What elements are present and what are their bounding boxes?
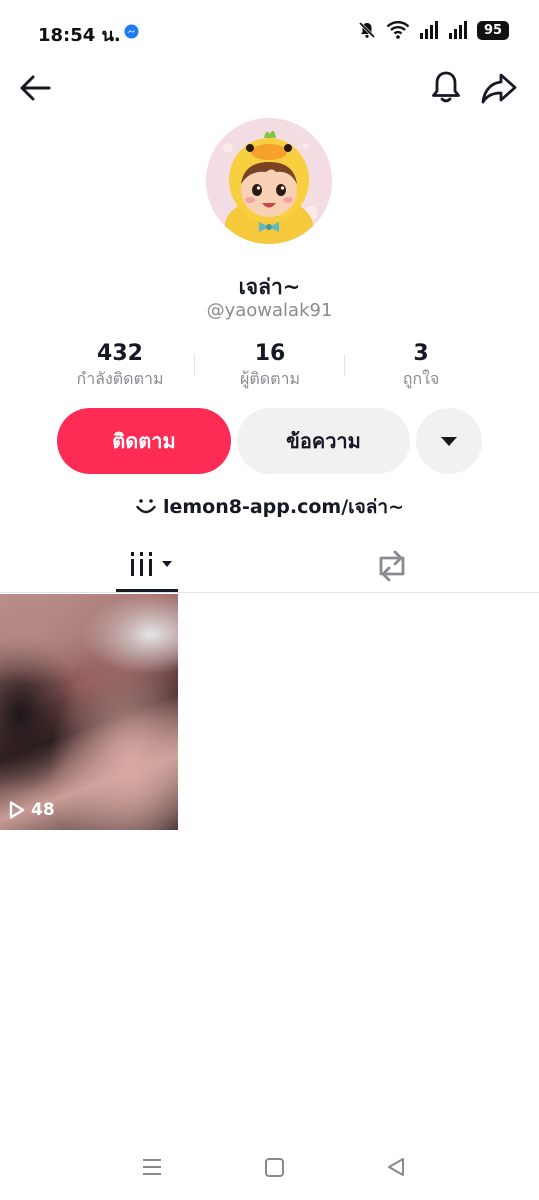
stat-likes[interactable]: 3 ถูกใจ — [346, 340, 496, 390]
stat-following[interactable]: 432 กำลังติดตาม — [45, 340, 195, 390]
video-grid-icon — [131, 552, 172, 576]
caret-down-icon — [441, 437, 457, 446]
status-icons: 95 — [357, 20, 509, 40]
share-icon[interactable] — [479, 68, 519, 108]
follow-button[interactable]: ติดตาม — [57, 408, 231, 474]
bio-link[interactable]: lemon8-app.com/เจล่า~ — [0, 492, 539, 522]
profile-tabs — [0, 538, 539, 593]
avatar[interactable] — [206, 118, 332, 244]
likes-label: ถูกใจ — [402, 369, 440, 388]
lemon8-smile-icon — [136, 499, 156, 514]
followers-label: ผู้ติดตาม — [239, 369, 301, 388]
status-bar: 18:54 น. 95 — [0, 0, 539, 64]
system-back-icon[interactable] — [386, 1157, 406, 1177]
status-time: 18:54 น. — [38, 25, 121, 46]
followers-count: 16 — [254, 341, 286, 366]
system-home-icon[interactable] — [265, 1158, 284, 1177]
bell-icon[interactable] — [427, 68, 465, 106]
wifi-icon — [386, 21, 410, 39]
video-play-count: 48 — [8, 800, 55, 820]
messenger-icon — [124, 24, 139, 39]
video-plays-count: 48 — [31, 800, 55, 820]
likes-count: 3 — [413, 341, 429, 366]
mute-bell-icon — [358, 21, 376, 39]
back-arrow-icon[interactable] — [18, 70, 54, 106]
following-label: กำลังติดตาม — [76, 369, 164, 388]
video-thumbnail[interactable] — [0, 594, 178, 830]
signal-icon-1 — [420, 21, 438, 39]
duck-costume-avatar-illustration — [206, 118, 332, 244]
repost-icon[interactable] — [372, 548, 412, 584]
tab-videos[interactable] — [116, 538, 178, 593]
battery-indicator: 95 — [477, 20, 509, 40]
signal-icon-2 — [449, 21, 467, 39]
username: @yaowalak91 — [206, 300, 333, 321]
following-count: 432 — [97, 341, 143, 366]
more-options-button[interactable] — [416, 408, 482, 474]
play-icon — [9, 801, 25, 819]
active-tab-indicator — [116, 589, 178, 592]
stat-divider — [344, 354, 345, 376]
stat-followers[interactable]: 16 ผู้ติดตาม — [195, 340, 345, 390]
system-menu-icon[interactable] — [141, 1158, 163, 1176]
bio-link-text: lemon8-app.com/เจล่า~ — [162, 496, 405, 518]
message-button[interactable]: ข้อความ — [237, 408, 410, 474]
